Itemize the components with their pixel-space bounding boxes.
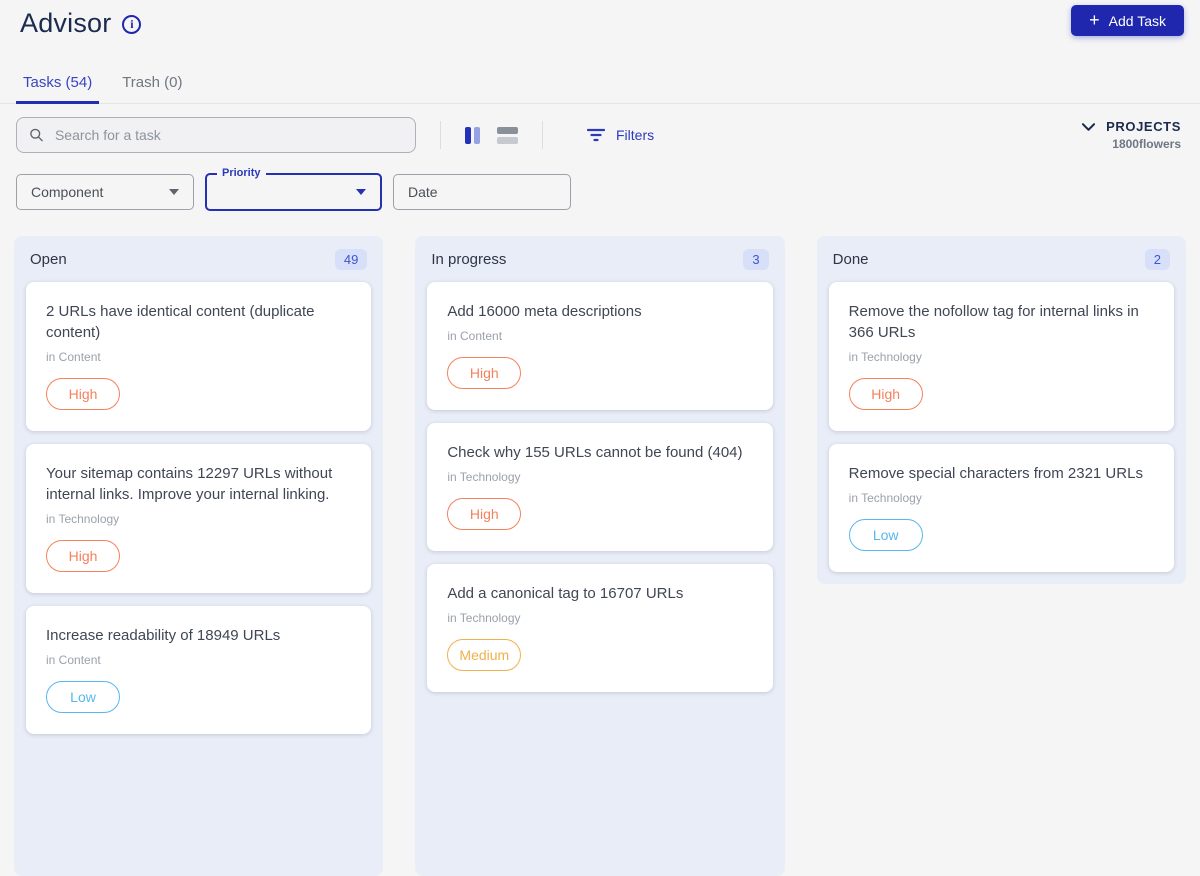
caret-down-icon (169, 189, 179, 195)
column-header: In progress 3 (415, 236, 784, 282)
toolbar: Filters PROJECTS 1800flowers (16, 117, 1181, 153)
task-category: in Technology (447, 611, 521, 625)
task-title: Add 16000 meta descriptions (447, 303, 642, 320)
date-filter-field[interactable]: Date (393, 174, 571, 210)
divider (440, 121, 441, 149)
task-priority-pill: High (447, 357, 522, 389)
column-title: Done (832, 251, 869, 268)
task-category: in Technology (447, 470, 521, 484)
task-category: in Content (46, 350, 101, 364)
task-title: Increase readability of 18949 URLs (46, 627, 281, 644)
tab-bar: Tasks (54) Trash (0) (0, 66, 1200, 104)
kanban-board: Open 49 2 URLs have identical content (d… (14, 236, 1186, 876)
add-task-label: Add Task (1108, 12, 1166, 29)
task-priority-pill: High (46, 378, 120, 410)
column-cards: Remove the nofollow tag for internal lin… (817, 282, 1186, 584)
task-title: Add a canonical tag to 16707 URLs (447, 585, 684, 602)
task-priority-pill: Low (848, 519, 923, 551)
task-priority-pill: Low (46, 681, 120, 713)
task-card[interactable]: Check why 155 URLs cannot be found (404)… (427, 423, 773, 551)
task-title: Your sitemap contains 12297 URLs without… (46, 465, 333, 503)
kanban-column: Open 49 2 URLs have identical content (d… (14, 236, 384, 876)
app-header: Advisor i + Add Task (0, 0, 1200, 39)
kanban-view-icon[interactable] (465, 126, 480, 144)
task-category: in Content (46, 653, 101, 667)
task-category: in Technology (848, 491, 922, 505)
page-title: Advisor (20, 8, 112, 38)
task-priority-pill: High (46, 540, 120, 572)
projects-label: PROJECTS (1106, 119, 1181, 134)
filter-row: Component Priority Date (16, 167, 1184, 211)
task-title: Remove special characters from 2321 URLs (848, 465, 1143, 482)
divider (542, 121, 543, 149)
task-priority-pill: Medium (447, 639, 522, 671)
date-filter-label: Date (408, 184, 438, 200)
task-card[interactable]: Remove the nofollow tag for internal lin… (828, 282, 1174, 431)
tab-trash[interactable]: Trash (0) (115, 66, 189, 104)
priority-filter-label: Priority (217, 167, 266, 179)
search-box[interactable] (16, 117, 416, 153)
kanban-column: In progress 3 Add 16000 meta description… (415, 236, 785, 876)
chevron-down-icon (1082, 122, 1096, 131)
column-header: Open 49 (14, 236, 383, 282)
task-card[interactable]: 2 URLs have identical content (duplicate… (26, 282, 372, 431)
filters-button[interactable]: Filters (581, 126, 660, 144)
filters-label: Filters (616, 127, 655, 143)
column-count-badge: 3 (743, 249, 769, 270)
priority-filter-select[interactable]: Priority (205, 167, 382, 211)
info-icon[interactable]: i (122, 15, 142, 34)
column-count-badge: 2 (1144, 249, 1170, 270)
task-priority-pill: High (848, 378, 923, 410)
task-card[interactable]: Add a canonical tag to 16707 URLs in Tec… (427, 564, 773, 692)
column-cards: Add 16000 meta descriptions in Content H… (415, 282, 784, 704)
task-priority-pill: High (447, 498, 522, 530)
caret-down-icon (356, 189, 366, 195)
view-toggle (465, 126, 518, 144)
plus-icon: + (1089, 9, 1100, 30)
projects-selector: PROJECTS 1800flowers (1082, 119, 1181, 151)
filter-icon (587, 128, 605, 142)
list-view-icon[interactable] (497, 126, 518, 144)
task-title: Remove the nofollow tag for internal lin… (848, 303, 1139, 341)
task-title: Check why 155 URLs cannot be found (404) (447, 444, 743, 461)
kanban-column: Done 2 Remove the nofollow tag for inter… (816, 236, 1186, 584)
task-card[interactable]: Increase readability of 18949 URLs in Co… (26, 606, 372, 734)
component-filter-label: Component (31, 184, 104, 200)
task-card[interactable]: Remove special characters from 2321 URLs… (828, 444, 1174, 572)
current-project: 1800flowers (1112, 137, 1181, 151)
task-card[interactable]: Your sitemap contains 12297 URLs without… (26, 444, 372, 593)
add-task-button[interactable]: + Add Task (1071, 5, 1184, 36)
column-header: Done 2 (817, 236, 1186, 282)
search-icon (30, 128, 43, 142)
task-category: in Technology (46, 512, 120, 526)
projects-dropdown[interactable]: PROJECTS (1082, 119, 1181, 134)
task-category: in Technology (848, 350, 922, 364)
column-title: Open (30, 251, 67, 268)
column-cards: 2 URLs have identical content (duplicate… (14, 282, 383, 746)
component-filter-select[interactable]: Component (16, 174, 194, 210)
task-title: 2 URLs have identical content (duplicate… (46, 303, 315, 341)
column-title: In progress (431, 251, 507, 268)
task-card[interactable]: Add 16000 meta descriptions in Content H… (427, 282, 773, 410)
column-count-badge: 49 (334, 249, 368, 270)
task-category: in Content (447, 329, 503, 343)
tab-tasks[interactable]: Tasks (54) (16, 66, 100, 104)
search-input[interactable] (52, 126, 403, 144)
